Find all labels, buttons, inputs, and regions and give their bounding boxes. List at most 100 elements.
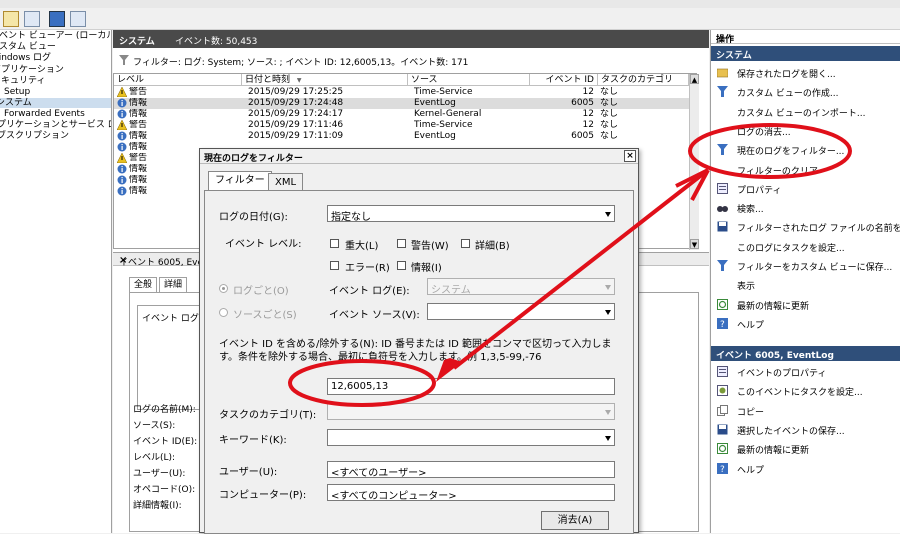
tab-general[interactable]: 全般: [129, 277, 158, 293]
checkbox-critical[interactable]: [330, 239, 339, 248]
cell-datetime: 2015/09/29 17:24:17: [248, 109, 344, 119]
col-header-event-id[interactable]: イベント ID: [530, 74, 598, 86]
cell-datetime: 2015/09/29 17:24:48: [248, 98, 344, 108]
action-item[interactable]: 現在のログをフィルター...: [711, 140, 900, 159]
table-row[interactable]: 情報 2015/09/29 17:11:09 EventLog 6005 なし: [114, 131, 689, 142]
event-id-value: 12,6005,13: [331, 381, 389, 392]
action-item[interactable]: プロパティ: [711, 179, 900, 198]
tree-item-forwarded-events[interactable]: Forwarded Events: [4, 109, 85, 119]
action-item[interactable]: ログの消去...: [711, 121, 900, 140]
action-item[interactable]: フィルターのクリア: [711, 160, 900, 179]
cell-event-id: 6005: [571, 131, 594, 141]
action-item[interactable]: コピー: [711, 401, 900, 420]
col-header-source[interactable]: ソース: [408, 74, 530, 86]
scroll-up-icon[interactable]: ▲: [690, 74, 699, 84]
action-item[interactable]: 検索...: [711, 198, 900, 217]
event-id-input[interactable]: 12,6005,13: [327, 378, 615, 395]
action-item[interactable]: このログにタスクを設定...: [711, 237, 900, 256]
checkbox-verbose[interactable]: [461, 239, 470, 248]
event-source-select[interactable]: [427, 303, 615, 320]
tab-details[interactable]: 詳細: [159, 277, 188, 293]
tree-item-windows-logs[interactable]: Windows ログ: [0, 53, 51, 63]
col-header-datetime[interactable]: 日付と時刻 ▼: [242, 74, 408, 86]
cell-source: EventLog: [414, 98, 456, 108]
filter-summary: フィルター: ログ: System; ソース: ; イベント ID: 12,60…: [119, 53, 699, 68]
action-item[interactable]: イベントのプロパティ: [711, 362, 900, 381]
svg-text:?: ?: [720, 465, 725, 474]
action-item[interactable]: 表示: [711, 275, 900, 294]
task-category-select[interactable]: [327, 403, 615, 420]
svg-text:?: ?: [720, 320, 725, 329]
tree-item-event-viewer[interactable]: イベント ビューアー (ローカル): [0, 31, 111, 41]
action-item[interactable]: カスタム ビューの作成...: [711, 82, 900, 101]
keyword-select[interactable]: [327, 429, 615, 446]
checkbox-information[interactable]: [397, 261, 406, 270]
refresh-icon: [717, 443, 728, 455]
tab-filter[interactable]: フィルター: [208, 171, 272, 191]
cell-task-category: なし: [600, 109, 619, 119]
actions-section-event-label: イベント 6005, EventLog: [716, 351, 834, 361]
computer-input[interactable]: <すべてのコンピューター>: [327, 484, 615, 502]
action-item[interactable]: フィルターをカスタム ビューに保存...: [711, 256, 900, 275]
detail-close-icon[interactable]: ×: [119, 255, 127, 266]
action-item[interactable]: このイベントにタスクを設定...: [711, 381, 900, 400]
action-item-label: ヘルプ: [737, 320, 765, 331]
action-item[interactable]: 保存されたログを開く...: [711, 63, 900, 82]
table-row[interactable]: 警告 2015/09/29 17:11:46 Time-Service 12 なし: [114, 120, 689, 131]
radio-by-log[interactable]: [219, 284, 228, 293]
event-count: イベント数: 50,453: [175, 37, 258, 47]
clear-button[interactable]: 消去(A): [541, 511, 609, 530]
grid-scrollbar[interactable]: ▲ ▼: [689, 74, 699, 250]
checkbox-critical-label: 重大(L): [345, 241, 379, 252]
cell-event-id: 6005: [571, 98, 594, 108]
tree-item-system[interactable]: システム: [0, 98, 111, 108]
action-item[interactable]: 選択したイベントの保存...: [711, 420, 900, 439]
actions-section-event[interactable]: イベント 6005, EventLog: [711, 346, 900, 361]
table-row[interactable]: 警告 2015/09/29 17:25:25 Time-Service 12 なし: [114, 87, 689, 98]
tree-item-subscriptions[interactable]: サブスクリプション: [0, 131, 69, 141]
tab-xml[interactable]: XML: [268, 173, 304, 191]
funnel-icon: [717, 144, 728, 156]
cell-datetime: 2015/09/29 17:25:25: [248, 87, 344, 97]
filter-panel: ログの日付(G): 指定なし イベント レベル: 重大(L) 警告(W) 詳細(…: [204, 190, 634, 534]
tree-item-setup[interactable]: Setup: [4, 87, 30, 97]
action-item[interactable]: ? ヘルプ: [711, 459, 900, 478]
table-row[interactable]: 情報 2015/09/29 17:24:48 EventLog 6005 なし: [114, 98, 689, 109]
funnel-save-icon: [717, 260, 728, 271]
grid-icon[interactable]: [24, 11, 40, 27]
scroll-down-icon[interactable]: ▼: [690, 239, 699, 249]
detail-field-source: ソース(S):: [133, 421, 176, 431]
action-item[interactable]: 最新の情報に更新: [711, 439, 900, 458]
action-item[interactable]: カスタム ビューのインポート...: [711, 102, 900, 121]
col-header-level[interactable]: レベル: [114, 74, 242, 86]
properties-icon[interactable]: [70, 11, 86, 27]
action-item[interactable]: ? ヘルプ: [711, 314, 900, 333]
toolbar: [0, 0, 900, 30]
help-icon[interactable]: [49, 11, 65, 27]
event-log-select[interactable]: システム: [427, 278, 615, 296]
folder-icon[interactable]: [3, 11, 19, 27]
action-item[interactable]: フィルターされたログ ファイルの名前を付けて保存...: [711, 217, 900, 236]
table-row[interactable]: 情報 2015/09/29 17:24:17 Kernel-General 12 なし: [114, 109, 689, 120]
detail-field-user: ユーザー(U):: [133, 469, 186, 479]
tree-item-custom-views[interactable]: カスタム ビュー: [0, 42, 56, 52]
col-header-task-category[interactable]: タスクのカテゴリ: [598, 74, 689, 86]
copy-icon: [717, 404, 728, 416]
tree-item-app-service-logs[interactable]: アプリケーションとサービス ログ: [0, 120, 111, 130]
cell-task-category: なし: [600, 120, 619, 130]
tree-item-security[interactable]: セキュリティ: [0, 76, 45, 86]
action-item[interactable]: 最新の情報に更新: [711, 295, 900, 314]
user-input[interactable]: <すべてのユーザー>: [327, 461, 615, 479]
checkbox-warning[interactable]: [397, 239, 406, 248]
action-item-label: ログの消去...: [737, 127, 791, 138]
checkbox-error[interactable]: [330, 261, 339, 270]
log-date-select[interactable]: 指定なし: [327, 205, 615, 223]
actions-section-system[interactable]: システム: [711, 46, 900, 61]
action-item-label: カスタム ビューの作成...: [737, 89, 839, 100]
radio-by-source[interactable]: [219, 308, 228, 317]
close-icon[interactable]: ×: [624, 150, 636, 162]
action-item-label: このログにタスクを設定...: [737, 243, 845, 254]
tree-item-application[interactable]: アプリケーション: [0, 65, 64, 75]
cell-level: 警告: [129, 87, 148, 97]
warning-icon: [117, 87, 127, 98]
